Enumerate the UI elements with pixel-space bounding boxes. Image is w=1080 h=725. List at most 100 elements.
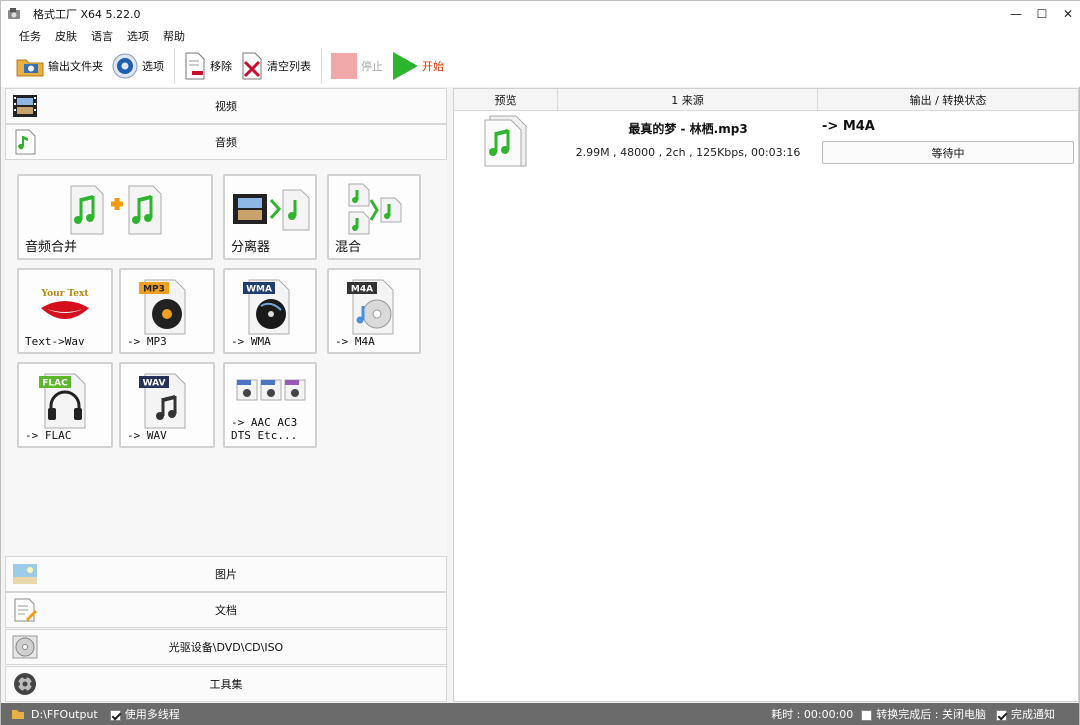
menu-help[interactable]: 帮助 xyxy=(163,28,185,44)
multithread-option[interactable]: 使用多线程 xyxy=(109,706,180,722)
tool-mix-label: 混合 xyxy=(335,240,362,255)
audio-tool-grid: 音频合并 分离器 混合 Your Text Text->Wav MP3 -> M… xyxy=(17,174,437,454)
tool-splitter[interactable]: 分离器 xyxy=(223,174,317,260)
after-convert-checkbox[interactable] xyxy=(861,709,873,721)
remove-button[interactable]: 移除 xyxy=(183,46,232,86)
status-bar: D:\FFOutput 使用多线程 耗时 : 00:00:00 转换完成后 : … xyxy=(1,703,1079,725)
task-output-format: -> M4A xyxy=(822,119,875,134)
app-icon xyxy=(8,8,20,19)
tool-to-wma-label: -> WMA xyxy=(231,335,271,348)
tool-text-to-wav[interactable]: Your Text Text->Wav xyxy=(17,268,113,354)
output-path[interactable]: D:\FFOutput xyxy=(31,708,98,721)
tool-mix[interactable]: 混合 xyxy=(327,174,421,260)
cd-disc-icon xyxy=(12,635,38,659)
flac-headphones-icon: FLAC xyxy=(39,373,86,429)
tools-reel-icon xyxy=(14,673,36,695)
category-audio-label: 音频 xyxy=(215,136,237,149)
column-source[interactable]: 1 来源 xyxy=(558,89,818,111)
tool-audio-merge[interactable]: 音频合并 xyxy=(17,174,213,260)
close-button[interactable]: ✕ xyxy=(1055,1,1080,27)
speaking-lips-icon: Your Text xyxy=(41,289,89,319)
menu-skin[interactable]: 皮肤 xyxy=(55,28,77,44)
tool-to-m4a-label: -> M4A xyxy=(335,335,375,348)
task-list: 预览 1 来源 输出 / 转换状态 最真的梦 - 林栖.mp3 2.99M , … xyxy=(453,88,1079,702)
flac-badge: FLAC xyxy=(42,379,68,389)
toolbar: 输出文件夹 选项 移除 清空列表 停止 开始 xyxy=(1,45,1080,87)
tool-to-mp3-label: -> MP3 xyxy=(127,335,167,348)
stop-icon xyxy=(331,53,357,79)
output-folder-button[interactable]: 输出文件夹 xyxy=(15,46,103,86)
category-panel: 视频 音频 音频合并 分离器 混合 Your Text Text->Wav MP… xyxy=(5,88,447,702)
remove-label: 移除 xyxy=(210,60,232,73)
column-preview[interactable]: 预览 xyxy=(454,89,558,111)
toolbar-separator xyxy=(321,48,322,84)
audio-file-preview-icon xyxy=(484,115,527,167)
menu-bar: 任务 皮肤 语言 选项 帮助 xyxy=(1,27,1080,45)
mp3-badge: MP3 xyxy=(143,285,165,295)
tool-text-to-wav-label: Text->Wav xyxy=(25,335,85,348)
document-pencil-icon xyxy=(14,598,37,622)
window-title: 格式工厂 X64 5.22.0 xyxy=(33,8,141,21)
minimize-button[interactable]: — xyxy=(1003,1,1029,27)
m4a-badge: M4A xyxy=(351,285,373,295)
notify-label: 完成通知 xyxy=(1011,708,1055,721)
wav-badge: WAV xyxy=(143,379,166,389)
maximize-button[interactable]: ☐ xyxy=(1029,1,1055,27)
task-file-info: 2.99M , 48000 , 2ch , 125Kbps, 00:03:16 xyxy=(575,146,801,159)
folder-icon xyxy=(16,59,44,77)
tool-to-m4a[interactable]: M4A -> M4A xyxy=(327,268,421,354)
tool-to-aac-ac3-dts[interactable]: -> AAC AC3 DTS Etc... xyxy=(223,362,317,448)
notify-option[interactable]: 完成通知 xyxy=(996,706,1055,722)
start-button[interactable]: 开始 xyxy=(391,46,444,86)
task-row[interactable]: 最真的梦 - 林栖.mp3 2.99M , 48000 , 2ch , 125K… xyxy=(454,111,1078,171)
category-tools-label: 工具集 xyxy=(209,678,243,691)
film-strip-icon xyxy=(13,95,37,117)
tool-to-wav[interactable]: WAV -> WAV xyxy=(119,362,215,448)
audio-merge-icon xyxy=(70,185,162,235)
tool-to-aac-ac3-dts-label: -> AAC AC3 DTS Etc... xyxy=(231,416,298,442)
wma-disc-icon: WMA xyxy=(243,279,290,335)
task-status-box: 等待中 xyxy=(822,141,1074,164)
tool-to-wma[interactable]: WMA -> WMA xyxy=(223,268,317,354)
tool-to-wav-label: -> WAV xyxy=(127,429,167,442)
category-document[interactable]: 文档 xyxy=(5,592,447,628)
task-list-header: 预览 1 来源 输出 / 转换状态 xyxy=(454,89,1078,111)
after-convert-option[interactable]: 转换完成后 : 关闭电脑 xyxy=(861,706,986,722)
clear-list-icon xyxy=(242,52,262,80)
category-optical-label: 光驱设备\DVD\CD\ISO xyxy=(168,641,284,654)
elapsed-time: 耗时 : 00:00:00 xyxy=(771,708,854,721)
column-output-status[interactable]: 输出 / 转换状态 xyxy=(818,89,1078,111)
options-button[interactable]: 选项 xyxy=(111,46,164,86)
start-label: 开始 xyxy=(422,60,444,73)
mix-icon xyxy=(348,183,402,235)
category-document-label: 文档 xyxy=(215,604,237,617)
tool-to-flac[interactable]: FLAC -> FLAC xyxy=(17,362,113,448)
options-gear-icon xyxy=(112,53,138,79)
multithread-checkbox[interactable] xyxy=(109,709,121,721)
category-video-label: 视频 xyxy=(215,100,237,113)
app-window: 格式工厂 X64 5.22.0 — ☐ ✕ 任务 皮肤 语言 选项 帮助 输出文… xyxy=(0,0,1080,725)
category-audio[interactable]: 音频 xyxy=(5,124,447,160)
wma-badge: WMA xyxy=(246,285,272,295)
notify-checkbox[interactable] xyxy=(996,709,1007,721)
tool-audio-merge-label: 音频合并 xyxy=(25,240,78,255)
output-folder-icon xyxy=(12,710,24,719)
stop-button[interactable]: 停止 xyxy=(330,46,383,86)
clear-list-label: 清空列表 xyxy=(267,60,311,73)
menu-task[interactable]: 任务 xyxy=(19,28,41,44)
category-optical-drive[interactable]: 光驱设备\DVD\CD\ISO xyxy=(5,629,447,665)
clear-list-button[interactable]: 清空列表 xyxy=(240,46,311,86)
wav-music-icon: WAV xyxy=(139,373,186,429)
title-bar: 格式工厂 X64 5.22.0 — ☐ ✕ xyxy=(1,1,1080,27)
multi-format-icon xyxy=(236,379,306,401)
stop-label: 停止 xyxy=(361,60,383,73)
category-image[interactable]: 图片 xyxy=(5,556,447,592)
tool-to-mp3[interactable]: MP3 -> MP3 xyxy=(119,268,215,354)
task-file-name: 最真的梦 - 林栖.mp3 xyxy=(628,122,748,136)
splitter-icon xyxy=(233,189,310,231)
menu-language[interactable]: 语言 xyxy=(91,28,113,44)
category-tools[interactable]: 工具集 xyxy=(5,666,447,702)
menu-options[interactable]: 选项 xyxy=(127,28,149,44)
category-video[interactable]: 视频 xyxy=(5,88,447,124)
toolbar-separator xyxy=(174,48,175,84)
